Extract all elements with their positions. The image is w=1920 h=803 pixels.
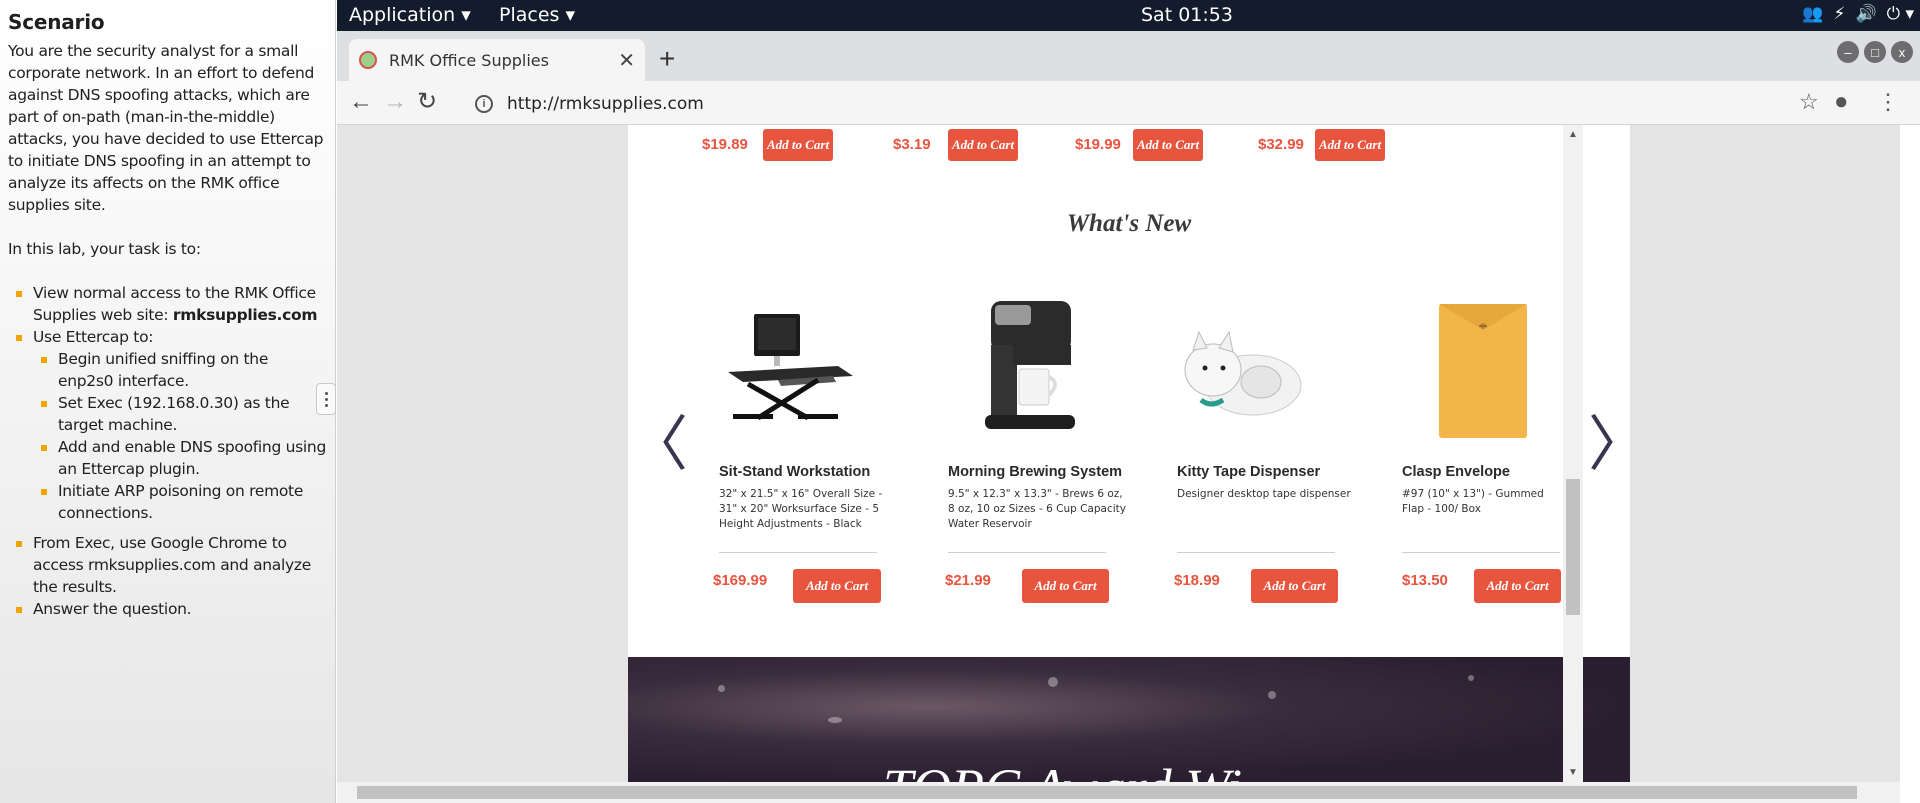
carousel-next-icon[interactable]: 〉 — [1588, 415, 1648, 475]
task-list: View normal access to the RMK Office Sup… — [8, 282, 327, 620]
horizontal-scroll-thumb[interactable] — [357, 786, 1857, 799]
task-site-link: rmksupplies.com — [172, 306, 318, 324]
volume-icon[interactable]: 🔊 — [1855, 4, 1876, 24]
product-description: 9.5" x 12.3" x 13.3" - Brews 6 oz, 8 oz,… — [948, 488, 1126, 530]
horizontal-scrollbar[interactable] — [337, 782, 1900, 803]
product-name[interactable]: Morning Brewing System — [948, 464, 1122, 480]
product-price: $13.50 — [1402, 572, 1448, 589]
product-description: Designer desktop tape dispenser — [1177, 488, 1351, 500]
people-icon[interactable]: 👥 — [1802, 4, 1823, 24]
tape-dispenser-image[interactable] — [1173, 330, 1308, 425]
task-item: Use Ettercap to: Begin unified sniffing … — [8, 326, 327, 524]
banner-heading: TOPC Award Wi — [883, 757, 1242, 782]
close-tab-icon[interactable]: ✕ — [618, 48, 635, 73]
subtask-item: Initiate ARP poisoning on remote connect… — [33, 480, 327, 524]
section-title: What's New — [1066, 210, 1192, 237]
scroll-down-icon[interactable]: ▼ — [1568, 767, 1578, 778]
application-menu[interactable]: Application ▾ — [349, 4, 471, 26]
add-to-cart-button[interactable]: Add to Cart — [948, 129, 1018, 161]
add-to-cart-button[interactable]: Add to Cart — [763, 129, 833, 161]
browser-toolbar: ← → ↻ i http://rmksupplies.com ☆ ● ⋮ — [337, 81, 1920, 125]
panel-resize-handle[interactable] — [316, 383, 336, 415]
profile-icon[interactable]: ● — [1834, 87, 1849, 117]
site-info-icon[interactable]: i — [475, 94, 493, 113]
system-tray: 👥 ⚡ 🔊 ⏻ ▾ — [1802, 4, 1914, 24]
task-item: Answer the question. — [8, 598, 327, 620]
product-price: $32.99 — [1258, 136, 1304, 153]
new-tab-button[interactable]: + — [659, 41, 675, 77]
vertical-scrollbar[interactable]: ▲ ▼ — [1563, 125, 1583, 782]
url-text[interactable]: http://rmksupplies.com — [507, 94, 704, 114]
product-divider — [719, 552, 877, 553]
product-name[interactable]: Kitty Tape Dispenser — [1177, 464, 1320, 480]
product-name[interactable]: Clasp Envelope — [1402, 464, 1510, 480]
close-window-icon[interactable]: x — [1891, 41, 1913, 63]
product-name[interactable]: Sit-Stand Workstation — [719, 464, 870, 480]
address-bar[interactable]: i http://rmksupplies.com — [465, 87, 1785, 120]
page-viewport: $19.89 Add to Cart $3.19 Add to Cart $19… — [337, 125, 1900, 782]
scenario-panel: Scenario You are the security analyst fo… — [0, 0, 336, 803]
envelope-image[interactable] — [1433, 300, 1533, 440]
add-to-cart-button[interactable]: Add to Cart — [793, 569, 881, 603]
subtask-item: Add and enable DNS spoofing using an Ett… — [33, 436, 327, 480]
scroll-up-icon[interactable]: ▲ — [1568, 129, 1578, 140]
product-price: $169.99 — [713, 572, 768, 589]
task-item: From Exec, use Google Chrome to access r… — [8, 532, 327, 598]
product-price: $18.99 — [1174, 572, 1220, 589]
carousel-prev-icon[interactable]: 〈 — [628, 415, 688, 475]
add-to-cart-button[interactable]: Add to Cart — [1315, 129, 1385, 161]
minimize-icon[interactable]: – — [1837, 41, 1859, 63]
forward-icon[interactable]: → — [383, 87, 407, 117]
scenario-title: Scenario — [8, 10, 105, 34]
menu-icon[interactable]: ⋮ — [1877, 87, 1899, 117]
add-to-cart-button[interactable]: Add to Cart — [1474, 569, 1561, 603]
product-price: $3.19 — [893, 136, 931, 153]
site-favicon-icon — [359, 51, 377, 69]
bookmark-star-icon[interactable]: ☆ — [1799, 87, 1819, 117]
back-icon[interactable]: ← — [349, 87, 373, 117]
places-menu[interactable]: Places ▾ — [499, 4, 575, 26]
clock[interactable]: Sat 01:53 — [1141, 4, 1233, 26]
workstation-image[interactable] — [718, 310, 858, 425]
coffee-maker-image[interactable] — [973, 295, 1083, 440]
maximize-icon[interactable]: □ — [1864, 41, 1886, 63]
page-content: $19.89 Add to Cart $3.19 Add to Cart $19… — [628, 125, 1648, 657]
product-description: #97 (10" x 13") - Gummed Flap - 100/ Box — [1402, 488, 1544, 515]
product-price: $19.99 — [1075, 136, 1121, 153]
add-to-cart-button[interactable]: Add to Cart — [1133, 129, 1203, 161]
product-description: 32" x 21.5" x 16" Overall Size - 31" x 2… — [719, 488, 883, 530]
product-price: $19.89 — [702, 136, 748, 153]
product-divider — [1402, 552, 1560, 553]
vertical-scroll-thumb[interactable] — [1566, 479, 1580, 615]
subtask-item: Begin unified sniffing on the enp2s0 int… — [33, 348, 327, 392]
subtask-item: Set Exec (192.168.0.30) as the target ma… — [33, 392, 327, 436]
network-icon[interactable]: ⚡ — [1834, 4, 1846, 24]
scenario-intro: You are the security analyst for a small… — [8, 42, 324, 214]
task-item: View normal access to the RMK Office Sup… — [8, 282, 327, 326]
desktop-top-bar: Application ▾ Places ▾ Sat 01:53 👥 ⚡ 🔊 ⏻… — [337, 0, 1920, 31]
tab-title: RMK Office Supplies — [389, 50, 549, 70]
product-price: $21.99 — [945, 572, 991, 589]
browser-tab[interactable]: RMK Office Supplies ✕ — [349, 39, 645, 81]
power-icon[interactable]: ⏻ ▾ — [1887, 4, 1914, 24]
tab-strip: RMK Office Supplies ✕ + – □ x — [337, 31, 1920, 81]
subtask-list: Begin unified sniffing on the enp2s0 int… — [33, 348, 327, 524]
add-to-cart-button[interactable]: Add to Cart — [1022, 569, 1109, 603]
task-intro: In this lab, your task is to: — [8, 240, 201, 258]
product-divider — [948, 552, 1106, 553]
add-to-cart-button[interactable]: Add to Cart — [1251, 569, 1338, 603]
reload-icon[interactable]: ↻ — [417, 87, 437, 117]
award-banner: TOPC Award Wi — [628, 657, 1630, 782]
product-divider — [1177, 552, 1335, 553]
